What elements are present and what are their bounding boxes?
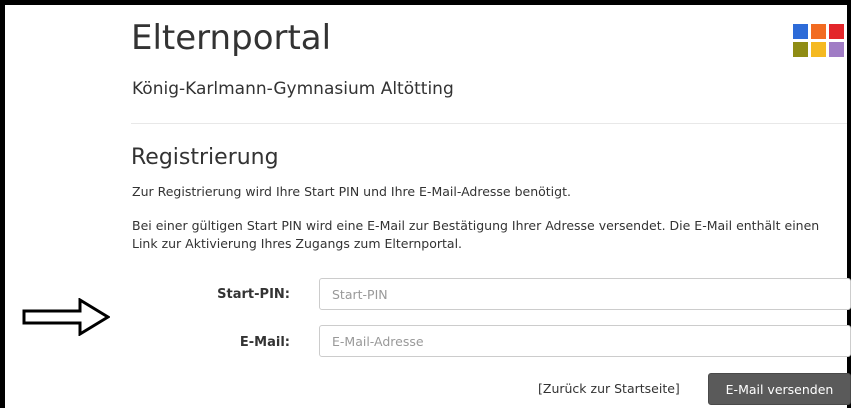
start-pin-input[interactable] [319, 278, 851, 310]
confirmation-info: Bei einer gültigen Start PIN wird eine E… [132, 218, 820, 251]
page-title: Elternportal [131, 18, 332, 58]
frame-left-border [0, 0, 5, 408]
logo-square-orange [811, 24, 826, 39]
registration-info: Zur Registrierung wird Ihre Start PIN un… [132, 184, 571, 199]
email-label: E-Mail: [239, 335, 290, 350]
section-title: Registrierung [131, 145, 279, 170]
logo-square-olive [793, 42, 808, 57]
school-name: König-Karlmann-Gymnasium Altötting [132, 79, 454, 99]
frame-top-border [0, 0, 851, 5]
logo-square-blue [793, 24, 808, 39]
email-input[interactable] [319, 325, 851, 357]
right-arrow-icon [22, 298, 110, 336]
start-pin-label: Start-PIN: [217, 287, 290, 302]
logo-square-purple [829, 42, 844, 57]
header-divider [131, 123, 847, 124]
back-to-start-link[interactable]: [Zurück zur Startseite] [538, 380, 680, 398]
portal-logo [793, 24, 847, 58]
logo-square-red [829, 24, 844, 39]
logo-square-yellow [811, 42, 826, 57]
send-email-button[interactable]: E-Mail versenden [708, 373, 851, 405]
